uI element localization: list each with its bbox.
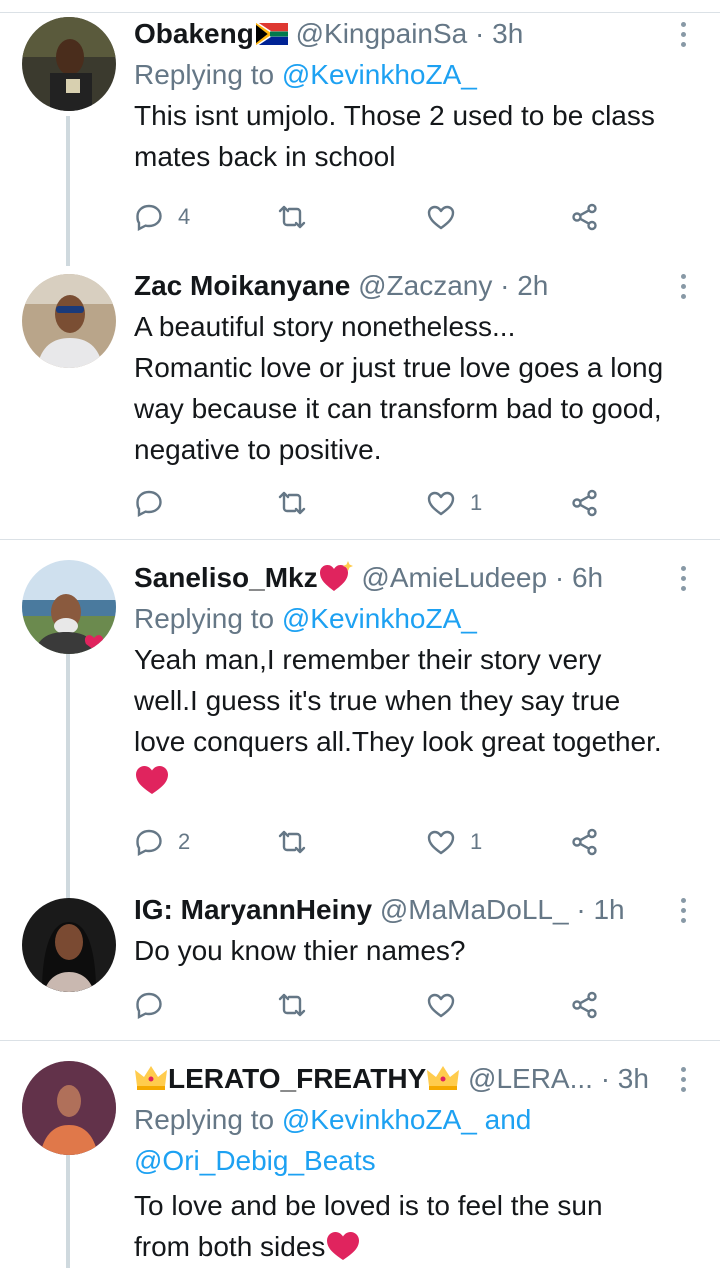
display-name[interactable]: Saneliso_Mkz — [134, 562, 318, 593]
heart-icon — [427, 993, 455, 1018]
reply-icon — [136, 204, 162, 231]
crown-icon — [135, 1066, 167, 1090]
mention-link[interactable]: @Ori_Debig_Beats — [134, 1145, 376, 1176]
timestamp: · 6h — [554, 562, 604, 593]
thread-line — [66, 1155, 70, 1268]
user-handle[interactable]: @KingpainSa — [296, 18, 468, 49]
reply-button[interactable] — [134, 483, 178, 523]
more-options-icon[interactable] — [668, 1065, 698, 1095]
share-icon — [572, 489, 597, 517]
red-heart-icon — [327, 1232, 360, 1260]
divider — [0, 12, 720, 13]
timestamp: · 2h — [500, 270, 549, 301]
reply-button[interactable] — [134, 985, 178, 1025]
south-africa-flag-icon — [255, 23, 288, 45]
retweet-button[interactable] — [277, 822, 307, 862]
like-count: 1 — [470, 490, 483, 515]
avatar[interactable] — [22, 274, 116, 368]
sparkling-heart-icon — [319, 561, 353, 591]
avatar[interactable] — [22, 560, 116, 654]
more-options-icon[interactable] — [668, 564, 698, 594]
reply-icon — [136, 490, 162, 517]
thread-line — [66, 116, 70, 266]
tweet-text: Yeah man,I remember their story very wel… — [134, 639, 700, 803]
red-heart-icon — [136, 766, 168, 794]
avatar[interactable] — [22, 17, 116, 111]
divider — [0, 539, 720, 540]
like-button[interactable]: 1 — [426, 483, 482, 523]
timestamp: · 3h — [475, 18, 524, 49]
more-options-icon[interactable] — [668, 272, 698, 302]
retweet-icon — [278, 993, 306, 1017]
mention-link[interactable]: @KevinkhoZA_ — [282, 59, 477, 90]
avatar[interactable] — [22, 898, 116, 992]
retweet-icon — [278, 205, 306, 229]
retweet-icon — [278, 491, 306, 515]
reply-count: 4 — [178, 204, 191, 229]
tweet-text: A beautiful story nonetheless... Romanti… — [134, 311, 664, 465]
timestamp: · 1h — [576, 894, 625, 925]
avatar[interactable] — [22, 1061, 116, 1155]
share-icon — [572, 991, 597, 1019]
share-button[interactable] — [570, 197, 600, 237]
display-name[interactable]: IG: MaryannHeiny — [134, 894, 372, 925]
display-name[interactable]: Zac Moikanyane — [134, 270, 350, 301]
reply-icon — [136, 829, 162, 856]
replying-to: Replying to @KevinkhoZA_ — [134, 59, 477, 90]
like-button[interactable] — [426, 197, 470, 237]
like-button[interactable]: 1 — [426, 822, 482, 862]
share-icon — [572, 203, 597, 231]
user-handle[interactable]: @Zaczany — [358, 270, 492, 301]
reply-icon — [136, 992, 162, 1019]
retweet-button[interactable] — [277, 985, 307, 1025]
crown-icon — [427, 1066, 460, 1090]
heart-icon — [427, 205, 455, 230]
more-options-icon[interactable] — [668, 896, 698, 926]
like-count: 1 — [470, 829, 483, 854]
like-button[interactable] — [426, 985, 470, 1025]
mention-link[interactable]: @KevinkhoZA_ and — [282, 1104, 531, 1135]
retweet-icon — [278, 830, 306, 854]
display-name[interactable]: Obakeng — [134, 18, 254, 49]
share-button[interactable] — [570, 822, 600, 862]
heart-icon — [427, 830, 455, 855]
user-handle[interactable]: @LERA... — [468, 1063, 593, 1094]
user-handle[interactable]: @AmieLudeep — [361, 562, 547, 593]
more-options-icon[interactable] — [668, 20, 698, 50]
share-button[interactable] — [570, 985, 600, 1025]
retweet-button[interactable] — [277, 197, 307, 237]
tweet-text: Do you know thier names? — [134, 935, 466, 966]
tweet-text: This isnt umjolo. Those 2 used to be cla… — [134, 100, 655, 172]
reply-count: 2 — [178, 829, 191, 854]
reply-button[interactable]: 2 — [134, 822, 190, 862]
replying-to: Replying to @KevinkhoZA_ — [134, 603, 477, 634]
replying-to: Replying to @KevinkhoZA_ and — [134, 1104, 532, 1135]
user-handle[interactable]: @MaMaDoLL_ — [380, 894, 569, 925]
reply-button[interactable]: 4 — [134, 197, 190, 237]
heart-icon — [427, 491, 455, 516]
retweet-button[interactable] — [277, 483, 307, 523]
divider — [0, 1040, 720, 1041]
share-button[interactable] — [570, 483, 600, 523]
display-name[interactable]: LERATO_FREATHY — [168, 1063, 426, 1094]
tweet-text: To love and be loved is to feel the sun … — [134, 1190, 603, 1262]
timestamp: · 3h — [600, 1063, 649, 1094]
mention-link[interactable]: @KevinkhoZA_ — [282, 603, 477, 634]
share-icon — [572, 828, 597, 856]
